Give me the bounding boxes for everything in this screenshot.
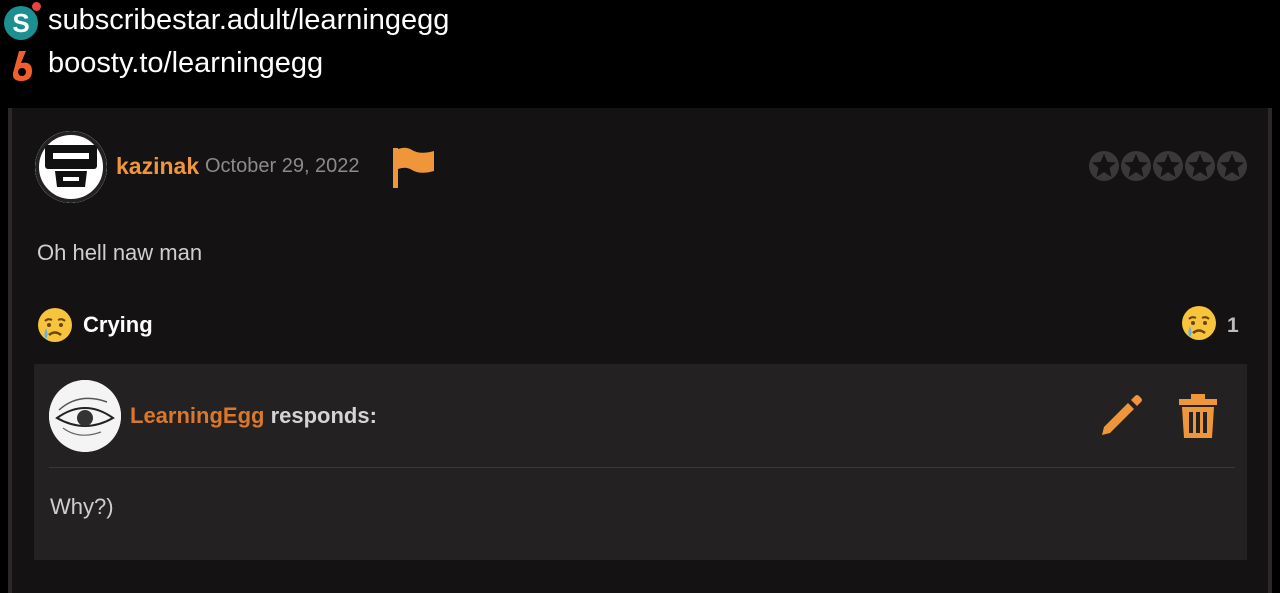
trash-icon[interactable] — [1176, 392, 1220, 440]
star-icon[interactable] — [1184, 150, 1216, 182]
rating-stars[interactable] — [1088, 150, 1248, 182]
crying-emoji-icon[interactable] — [1180, 304, 1218, 342]
author-response — [34, 364, 1247, 560]
response-suffix: responds: — [270, 403, 377, 428]
boosty-icon — [12, 51, 32, 81]
subscribestar-icon: S — [4, 2, 41, 40]
comment-body: Oh hell naw man — [37, 240, 203, 265]
eye-sketch-icon — [49, 380, 121, 452]
author-avatar[interactable] — [49, 380, 121, 452]
reaction-count: 1 — [1227, 314, 1239, 337]
star-icon[interactable] — [1088, 150, 1120, 182]
star-icon[interactable] — [1216, 150, 1248, 182]
reaction-label: Crying — [83, 312, 153, 337]
response-author[interactable]: LearningEgg — [130, 403, 264, 428]
star-icon[interactable] — [1120, 150, 1152, 182]
promo-link-subscribestar[interactable]: subscribestar.adult/learningegg — [48, 4, 449, 37]
crying-emoji-icon — [38, 308, 72, 342]
response-header: LearningEgg responds: — [130, 403, 377, 429]
response-body: Why?) — [50, 494, 114, 519]
edit-pencil-icon[interactable] — [1098, 393, 1144, 439]
promo-overlay: S subscribestar.adult/learningegg boosty… — [0, 0, 1280, 108]
user-avatar[interactable] — [35, 131, 107, 203]
response-divider — [49, 467, 1235, 468]
report-flag-icon[interactable] — [390, 145, 436, 191]
comment-date: October 29, 2022 — [205, 155, 360, 177]
comment-username[interactable]: kazinak — [116, 153, 199, 180]
promo-link-boosty[interactable]: boosty.to/learningegg — [48, 47, 323, 80]
star-icon[interactable] — [1152, 150, 1184, 182]
avatar-illustration-icon — [35, 131, 107, 203]
